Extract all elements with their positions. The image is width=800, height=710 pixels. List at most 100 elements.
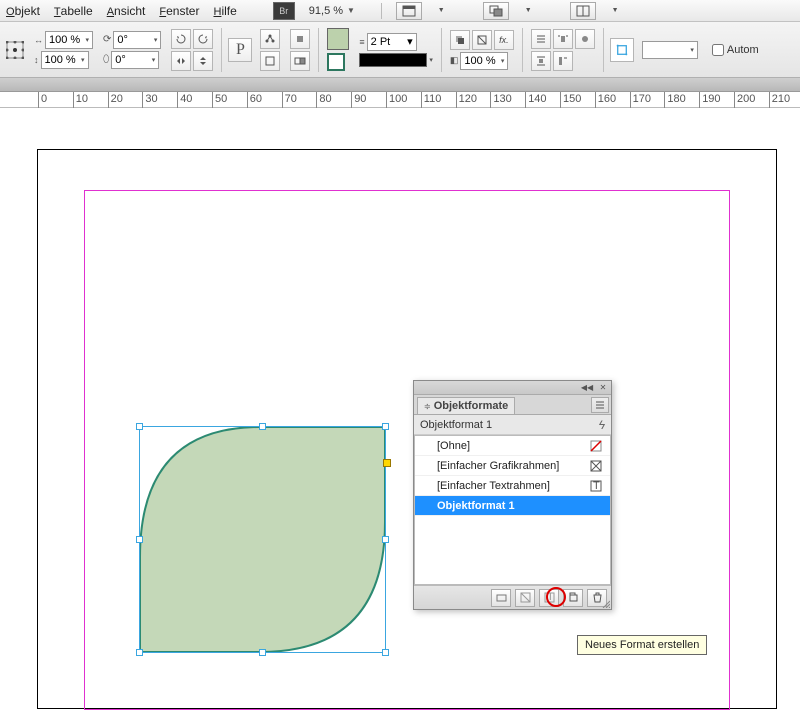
- scale-x-input[interactable]: 100 %▾: [45, 31, 93, 49]
- svg-text:T: T: [547, 592, 554, 603]
- selected-shape[interactable]: [140, 427, 385, 652]
- horizontal-ruler[interactable]: 0102030405060708090100110120130140150160…: [0, 92, 800, 108]
- selection-frame: [139, 426, 386, 653]
- control-bar: ↔100 %▾ ↕100 %▾ ⟳0°▾ ⬯0°▾ P ≡ 2 Pt▾: [0, 22, 800, 78]
- stroke-swatch[interactable]: [327, 53, 345, 71]
- ruler-tick: 190: [699, 92, 700, 108]
- fx-button[interactable]: fx.: [494, 30, 514, 50]
- screen-mode-button[interactable]: [396, 2, 422, 20]
- ruler-tick: 170: [630, 92, 631, 108]
- scale-y-input[interactable]: 100 %▾: [41, 51, 89, 69]
- text-wrap-column[interactable]: [553, 51, 573, 71]
- panel-menu-button[interactable]: [591, 397, 609, 413]
- divider: [522, 28, 523, 72]
- menu-ansicht[interactable]: Ansicht: [107, 4, 146, 18]
- divider: [221, 28, 222, 72]
- default-graphic-button[interactable]: [515, 589, 535, 607]
- rotate-ccw-button[interactable]: [171, 29, 191, 49]
- resize-handle[interactable]: [382, 649, 389, 656]
- workspace-button[interactable]: [570, 2, 596, 20]
- ruler-tick: 210: [769, 92, 770, 108]
- new-style-button[interactable]: [563, 589, 583, 607]
- close-icon[interactable]: ✕: [598, 383, 608, 393]
- resize-handle[interactable]: [259, 649, 266, 656]
- ruler-tick: 50: [212, 92, 213, 108]
- selected-style-name: Objektformat 1: [420, 419, 492, 431]
- ruler-tick: 10: [73, 92, 74, 108]
- ruler-tick: 110: [421, 92, 422, 108]
- style-list: [Ohne] [Einfacher Grafikrahmen] [Einfach…: [414, 435, 611, 585]
- chevron-down-icon: ▼: [438, 7, 445, 14]
- ruler-tick: 90: [351, 92, 352, 108]
- style-item-graphic-frame[interactable]: [Einfacher Grafikrahmen]: [415, 456, 610, 476]
- style-item-text-frame[interactable]: [Einfacher Textrahmen] T: [415, 476, 610, 496]
- opacity-icon: ◧: [450, 55, 459, 66]
- reference-point[interactable]: [4, 41, 26, 59]
- rotate-cw-button[interactable]: [193, 29, 213, 49]
- style-item-objektformat-1[interactable]: Objektformat 1: [415, 496, 610, 516]
- ruler-tick: 60: [247, 92, 248, 108]
- panel-titlebar[interactable]: ◀◀ ✕: [414, 381, 611, 395]
- flip-v-button[interactable]: [193, 51, 213, 71]
- stroke-style-dropdown[interactable]: [359, 53, 427, 67]
- resize-handle[interactable]: [136, 536, 143, 543]
- chevron-down-icon: ▼: [525, 7, 532, 14]
- effects-button[interactable]: [450, 30, 470, 50]
- arrange-button[interactable]: [483, 2, 509, 20]
- resize-handle[interactable]: [136, 423, 143, 430]
- stroke-weight-icon: ≡: [359, 37, 364, 47]
- text-wrap-bounding[interactable]: [553, 29, 573, 49]
- fill-swatch[interactable]: [327, 28, 349, 50]
- resize-handle[interactable]: [259, 423, 266, 430]
- select-container-button[interactable]: [260, 51, 280, 71]
- text-wrap-jump[interactable]: [531, 51, 551, 71]
- select-next-button[interactable]: [290, 51, 310, 71]
- text-wrap-shape[interactable]: [575, 29, 595, 49]
- resize-handle[interactable]: [136, 649, 143, 656]
- resize-handle[interactable]: [382, 423, 389, 430]
- corner-input[interactable]: ▾: [642, 41, 698, 59]
- object-styles-panel[interactable]: ◀◀ ✕ ≑Objektformate Objektformat 1 ϟ [Oh…: [413, 380, 612, 610]
- frame-icon: [590, 460, 602, 472]
- scale-x-icon: ↔: [34, 35, 43, 45]
- quick-apply-icon[interactable]: ϟ: [599, 418, 605, 432]
- flip-h-button[interactable]: [171, 51, 191, 71]
- menu-fenster[interactable]: Fenster: [159, 4, 199, 18]
- svg-text:T: T: [593, 480, 600, 492]
- opacity-button[interactable]: [472, 30, 492, 50]
- style-item-none[interactable]: [Ohne]: [415, 436, 610, 456]
- bridge-button[interactable]: Br: [273, 2, 295, 20]
- divider: [441, 28, 442, 72]
- frame-fitting-button[interactable]: [610, 38, 634, 62]
- menu-hilfe[interactable]: Hilfe: [213, 4, 236, 18]
- paragraph-style-icon[interactable]: P: [228, 38, 252, 62]
- clear-overrides-button[interactable]: [491, 589, 511, 607]
- autom-checkbox[interactable]: Autom: [712, 44, 759, 56]
- select-content-button[interactable]: [290, 29, 310, 49]
- shear-input[interactable]: 0°▾: [111, 51, 159, 69]
- rotate-input[interactable]: 0°▾: [113, 31, 161, 49]
- text-frame-icon: T: [590, 480, 602, 492]
- ruler-tick: 20: [108, 92, 109, 108]
- ruler-tick: 160: [595, 92, 596, 108]
- ruler-tick: 30: [142, 92, 143, 108]
- ruler-tick: 0: [38, 92, 39, 108]
- chevron-down-icon: ▼: [612, 7, 619, 14]
- ruler-tick: 100: [386, 92, 387, 108]
- zoom-level[interactable]: 91,5 %▼: [309, 5, 367, 17]
- resize-handle[interactable]: [382, 536, 389, 543]
- text-wrap-none[interactable]: [531, 29, 551, 49]
- scale-y-icon: ↕: [34, 55, 39, 65]
- corner-radius-handle[interactable]: [383, 459, 391, 467]
- collapse-icon[interactable]: ◀◀: [582, 383, 592, 393]
- opacity-input[interactable]: 100 %▾: [460, 52, 508, 70]
- stroke-weight-input[interactable]: 2 Pt▾: [367, 33, 417, 51]
- document-canvas[interactable]: ◀◀ ✕ ≑Objektformate Objektformat 1 ϟ [Oh…: [0, 110, 800, 600]
- panel-tab-objektformate[interactable]: ≑Objektformate: [417, 397, 515, 414]
- default-text-button[interactable]: T: [539, 589, 559, 607]
- ruler-tick: 180: [664, 92, 665, 108]
- rotate-icon: ⟳: [103, 34, 111, 45]
- menu-tabelle[interactable]: Tabelle: [54, 4, 93, 18]
- distribute-icon[interactable]: [260, 29, 280, 49]
- menu-objekt[interactable]: Objekt: [6, 4, 40, 18]
